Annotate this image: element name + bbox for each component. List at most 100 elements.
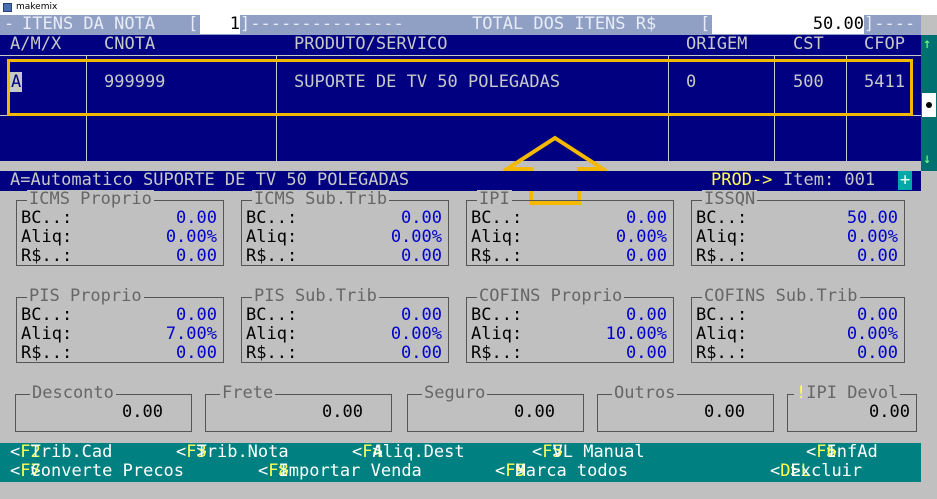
- bc-label: BC..:: [21, 305, 73, 325]
- f7-button[interactable]: < F7 Converte Precos >: [10, 462, 184, 481]
- function-keys-row-2: < F7 Converte Precos > < F8 Importar Venda >…: [0, 462, 921, 482]
- col-cnota: CNOTA: [104, 34, 156, 54]
- rs-label: R$..:: [471, 246, 523, 266]
- bc-value[interactable]: 0.00: [176, 306, 217, 325]
- f9-label: Marca todos: [515, 461, 629, 481]
- f8-label: Importar Venda: [278, 461, 422, 481]
- rs-label: R$..:: [696, 246, 748, 266]
- freight-value[interactable]: 0.00: [322, 403, 363, 422]
- window-title: makemix: [16, 2, 58, 12]
- f5-label: VL Manual: [552, 442, 645, 462]
- table-row-empty[interactable]: [0, 116, 921, 161]
- status-line: A=Automatico SUPORTE DE TV 50 POLEGADAS …: [0, 171, 921, 191]
- bc-value[interactable]: 50.00: [847, 209, 898, 228]
- bc-label: BC..:: [471, 208, 523, 228]
- bc-value[interactable]: 0.00: [857, 306, 898, 325]
- bc-label: BC..:: [21, 208, 73, 228]
- discount-value[interactable]: 0.00: [122, 403, 163, 422]
- ipi-devol-legend: !IPI Devol: [794, 384, 901, 403]
- other-box: Outros 0.00: [597, 384, 774, 432]
- grid-scrollbar[interactable]: ↑ ↓: [921, 35, 937, 171]
- f5-button[interactable]: < F5 VL Manual >: [532, 443, 645, 462]
- rs-value[interactable]: 0.00: [176, 344, 217, 363]
- scroll-thumb[interactable]: [922, 93, 936, 117]
- items-label: ITENS DA NOTA: [22, 14, 156, 34]
- other-label: Outros: [612, 383, 678, 403]
- rs-value[interactable]: 0.00: [626, 247, 667, 266]
- console-screen: - ITENS DA NOTA [ 1 ]--------------- TOT…: [0, 15, 937, 499]
- tax-box-icms-sub-trib: ICMS Sub.Trib BC..: 0.00 Aliq: 0.00% R$.…: [241, 190, 449, 266]
- item-indicator: Item: 001: [783, 170, 876, 190]
- insurance-value[interactable]: 0.00: [514, 403, 555, 422]
- aliq-label: Aliq:: [246, 324, 298, 344]
- tax-box-title: IPI: [477, 189, 512, 209]
- other-value[interactable]: 0.00: [704, 403, 745, 422]
- rs-value[interactable]: 0.00: [401, 344, 442, 363]
- aliq-value[interactable]: 0.00%: [391, 228, 442, 247]
- bc-label: BC..:: [471, 305, 523, 325]
- total-bracket-close: ]----: [864, 14, 916, 34]
- aliq-label: Aliq:: [696, 324, 748, 344]
- rs-label: R$..:: [471, 343, 523, 363]
- f8-button[interactable]: < F8 Importar Venda >: [258, 462, 422, 481]
- freight-label: Frete: [220, 383, 276, 403]
- tax-box-title: ISSQN: [702, 189, 758, 209]
- total-value-field[interactable]: 50.00: [712, 15, 864, 34]
- tax-box-title: ICMS Sub.Trib: [252, 189, 390, 209]
- col-cfop: CFOP: [864, 34, 905, 54]
- aliq-value[interactable]: 0.00%: [847, 228, 898, 247]
- rs-label: R$..:: [21, 343, 73, 363]
- f2-label: Trib.Cad: [30, 442, 113, 462]
- window-titlebar: makemix: [0, 0, 937, 15]
- rs-value[interactable]: 0.00: [626, 344, 667, 363]
- del-button[interactable]: < DEL Excluir >: [770, 462, 862, 481]
- aliq-value[interactable]: 0.00%: [616, 228, 667, 247]
- f6-button[interactable]: < F6 InfAd >: [806, 443, 878, 462]
- insurance-label: Seguro: [422, 383, 488, 403]
- f9-button[interactable]: < F9 Marca todos >: [495, 462, 628, 481]
- arrow-down-icon[interactable]: ↓: [923, 150, 931, 169]
- rs-value[interactable]: 0.00: [857, 344, 898, 363]
- bc-value[interactable]: 0.00: [626, 306, 667, 325]
- bc-value[interactable]: 0.00: [176, 209, 217, 228]
- aliq-value[interactable]: 0.00%: [391, 325, 442, 344]
- bc-value[interactable]: 0.00: [626, 209, 667, 228]
- f7-label: Converte Precos: [30, 461, 185, 481]
- aliq-value[interactable]: 0.00%: [166, 228, 217, 247]
- arrow-up-icon[interactable]: ↑: [923, 35, 931, 54]
- items-bracket-open: [: [188, 14, 199, 34]
- col-origem: ORIGEM: [686, 34, 748, 54]
- bc-value[interactable]: 0.00: [401, 209, 442, 228]
- rs-value[interactable]: 0.00: [401, 247, 442, 266]
- tax-box-title: COFINS Sub.Trib: [702, 286, 860, 306]
- ipi-devol-value[interactable]: 0.00: [869, 403, 910, 422]
- f3-label: Trib.Nota: [196, 442, 289, 462]
- tax-box-ipi: IPI BC..: 0.00 Aliq: 0.00% R$..: 0.00: [466, 190, 674, 266]
- aliq-label: Aliq:: [21, 324, 73, 344]
- aliq-value[interactable]: 0.00%: [847, 325, 898, 344]
- rs-value[interactable]: 0.00: [176, 247, 217, 266]
- items-count-field[interactable]: 1: [200, 15, 240, 34]
- f2-button[interactable]: < F2 Trib.Cad: [10, 443, 112, 462]
- grid-line: [0, 55, 921, 56]
- f3-button[interactable]: < F3 Trib.Nota >: [176, 443, 289, 462]
- aliq-value[interactable]: 10.00%: [606, 325, 667, 344]
- aliq-label: Aliq:: [471, 324, 523, 344]
- rs-value[interactable]: 0.00: [857, 247, 898, 266]
- aliq-label: Aliq:: [471, 227, 523, 247]
- tax-box-cofins-proprio: COFINS Proprio BC..: 0.00 Aliq: 10.00% R…: [466, 287, 674, 363]
- f6-label: InfAd: [826, 442, 878, 462]
- add-item-button[interactable]: +: [898, 171, 913, 190]
- discount-label: Desconto: [30, 383, 116, 403]
- aliq-value[interactable]: 7.00%: [166, 325, 217, 344]
- discount-box: Desconto 0.00: [15, 384, 192, 432]
- bc-label: BC..:: [246, 208, 298, 228]
- f4-button[interactable]: < F4 Aliq.Dest >: [352, 443, 465, 462]
- del-label: Excluir: [790, 461, 863, 481]
- grid-column-headers: A/M/X CNOTA PRODUTO/SERVICO ORIGEM CST C…: [0, 35, 921, 55]
- items-bracket-close: ]---------------: [240, 14, 404, 34]
- rs-label: R$..:: [21, 246, 73, 266]
- aliq-label: Aliq:: [246, 227, 298, 247]
- bc-value[interactable]: 0.00: [401, 306, 442, 325]
- aliq-label: Aliq:: [696, 227, 748, 247]
